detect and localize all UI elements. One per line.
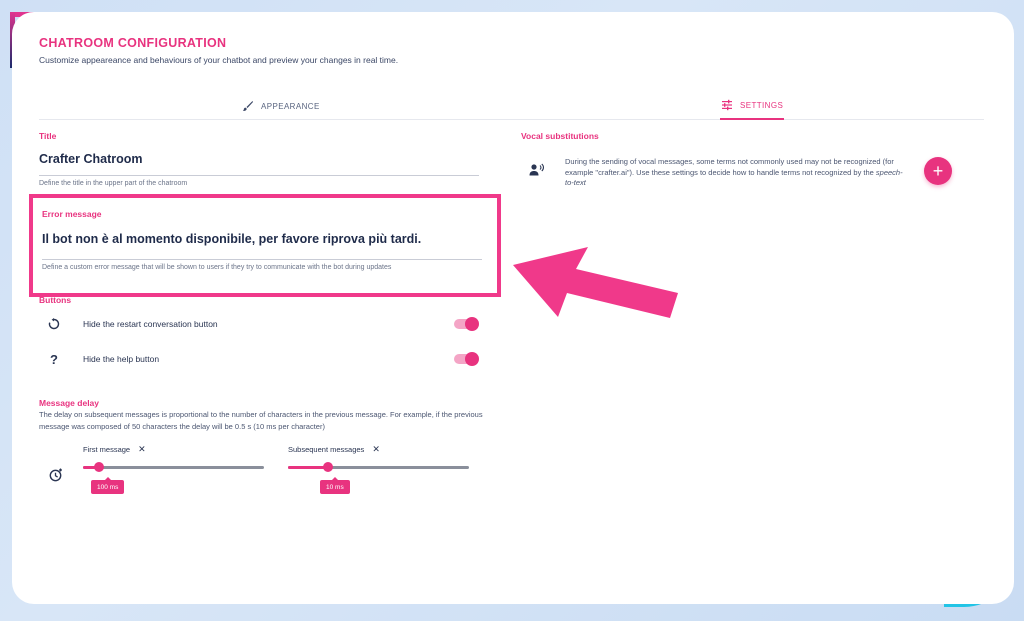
page-title: CHATROOM CONFIGURATION [39, 36, 227, 50]
title-input-underline [39, 175, 479, 176]
first-message-slider-header: First message ✕ [83, 444, 264, 455]
tab-appearance-label: APPEARANCE [261, 101, 320, 111]
tab-settings-label: SETTINGS [740, 100, 784, 110]
voice-icon [529, 163, 545, 182]
vocal-description-text: During the sending of vocal messages, so… [565, 157, 894, 177]
error-message-input[interactable]: Il bot non è al momento disponibile, per… [42, 232, 421, 246]
help-button-toggle-row: ? Hide the help button [39, 349, 479, 369]
title-field[interactable]: Crafter Chatroom Define the title in the… [39, 152, 479, 187]
subsequent-messages-slider-thumb[interactable] [323, 462, 333, 472]
restart-icon [39, 318, 69, 330]
error-message-underline [42, 259, 482, 260]
first-message-value-chip: 100 ms [91, 477, 125, 494]
timer-icon [48, 467, 64, 488]
subsequent-messages-slider-header: Subsequent messages ✕ [288, 444, 469, 455]
subsequent-messages-slider-label: Subsequent messages [288, 445, 365, 454]
tab-settings[interactable]: SETTINGS [720, 92, 785, 120]
title-field-hint: Define the title in the upper part of th… [39, 180, 188, 187]
first-message-reset-icon[interactable]: ✕ [138, 444, 146, 455]
error-message-label: Error message [42, 209, 102, 219]
first-message-slider-group: First message ✕ 100 ms [83, 444, 264, 494]
error-message-hint: Define a custom error message that will … [42, 264, 392, 271]
message-delay-description: The delay on subsequent messages is prop… [39, 410, 483, 431]
subsequent-messages-slider-track[interactable] [288, 466, 469, 469]
vocal-substitutions-label: Vocal substitutions [521, 131, 599, 141]
restart-button-toggle-row: Hide the restart conversation button [39, 314, 479, 334]
page-subtitle: Customize appeareance and behaviours of … [39, 55, 399, 65]
subsequent-messages-slider-group: Subsequent messages ✕ 10 ms [288, 444, 469, 494]
tab-bar: APPEARANCE SETTINGS [39, 92, 984, 120]
add-substitution-button[interactable]: + [924, 157, 952, 185]
first-message-slider-label: First message [83, 445, 131, 454]
restart-button-toggle-label: Hide the restart conversation button [83, 319, 218, 329]
tab-appearance[interactable]: APPEARANCE [242, 92, 320, 120]
brush-icon [242, 101, 253, 111]
annotation-arrow-icon [513, 247, 678, 318]
buttons-section-label: Buttons [39, 295, 72, 305]
error-message-highlight: Error message Il bot non è al momento di… [29, 194, 501, 297]
subsequent-messages-reset-icon[interactable]: ✕ [372, 444, 380, 455]
help-icon: ? [50, 351, 58, 367]
first-message-slider-track[interactable] [83, 466, 264, 469]
help-button-toggle[interactable] [454, 352, 479, 366]
subsequent-messages-slider-fill [288, 466, 328, 469]
restart-button-toggle[interactable] [454, 317, 479, 331]
title-input[interactable]: Crafter Chatroom [39, 152, 479, 166]
page-header: CHATROOM CONFIGURATION Customize appeare… [39, 36, 398, 65]
first-message-slider-thumb[interactable] [94, 462, 104, 472]
help-button-toggle-label: Hide the help button [83, 354, 160, 364]
message-delay-label: Message delay [39, 398, 100, 408]
sliders-icon [722, 99, 732, 111]
vocal-substitutions-description: During the sending of vocal messages, so… [565, 157, 910, 189]
subsequent-messages-value-chip: 10 ms [320, 477, 350, 494]
title-field-label: Title [39, 131, 57, 141]
